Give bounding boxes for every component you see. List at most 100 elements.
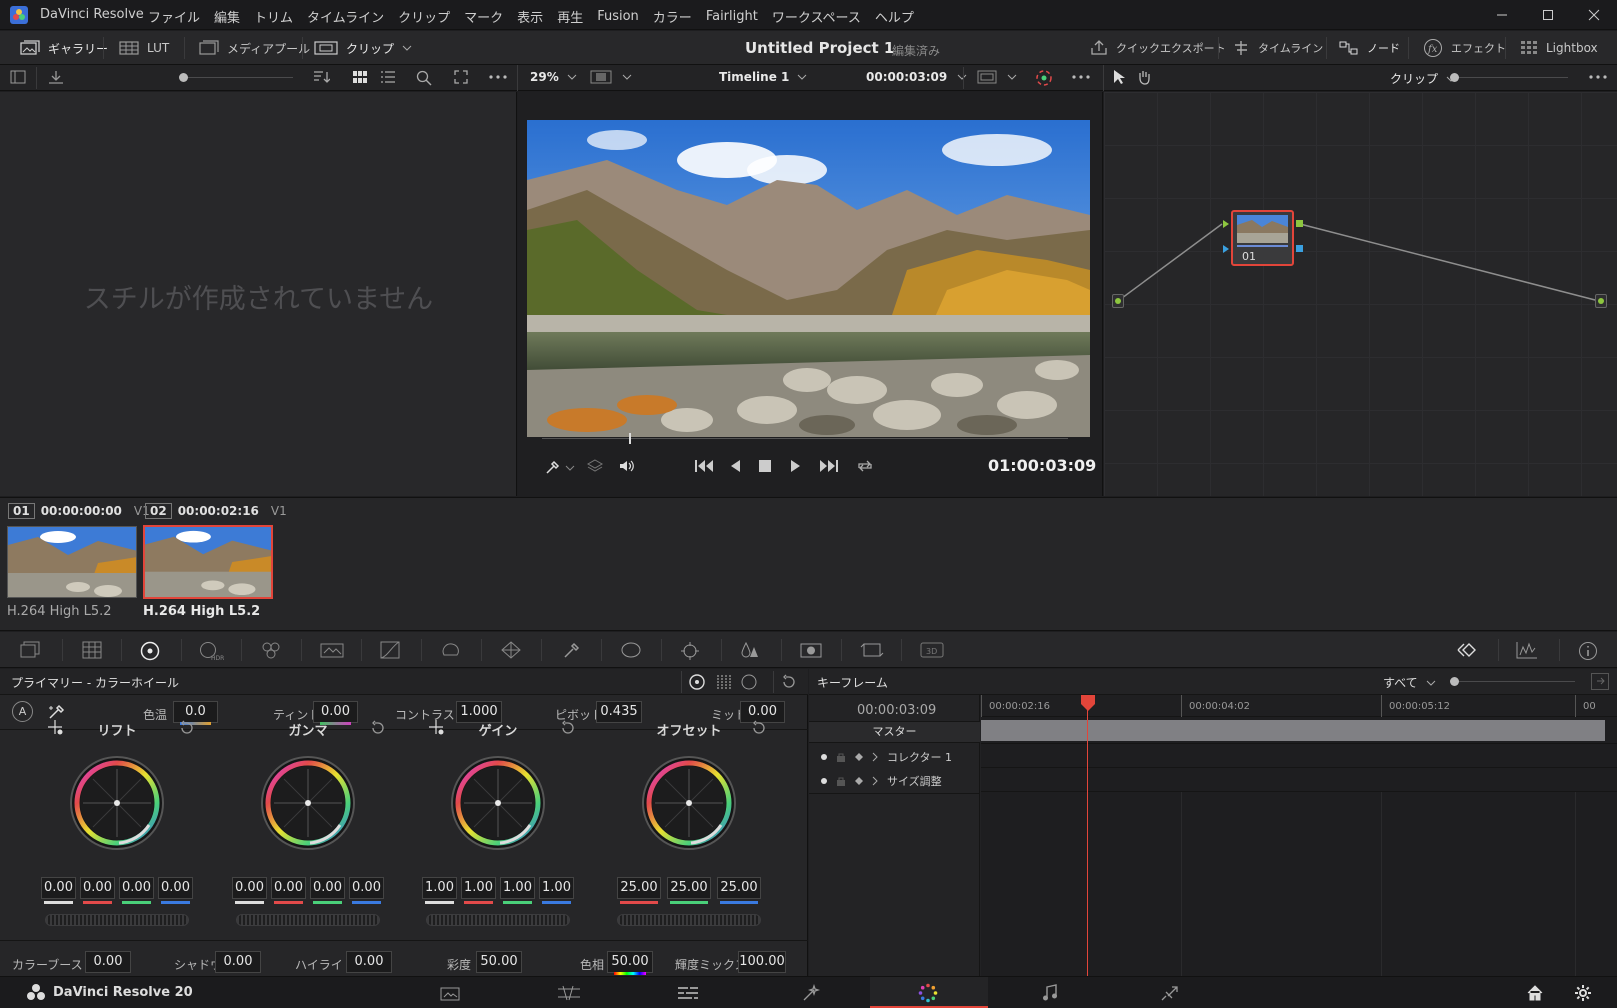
node-zoom-slider[interactable] xyxy=(1458,77,1568,78)
motion-effects-icon[interactable] xyxy=(320,641,344,659)
maximize-icon[interactable] xyxy=(1525,0,1571,30)
node-rgb-output[interactable] xyxy=(1296,220,1303,227)
lock-icon[interactable] xyxy=(836,776,846,786)
playhead-handle-icon[interactable] xyxy=(1081,695,1095,711)
magic-mask-icon[interactable] xyxy=(740,641,760,659)
wheel-reset-icon[interactable] xyxy=(560,720,576,736)
search-icon[interactable] xyxy=(416,70,432,86)
color-page-tab-active[interactable] xyxy=(870,977,988,1008)
shadows-field[interactable]: 0.00 xyxy=(215,951,261,973)
auto-balance-button[interactable]: A xyxy=(12,701,33,722)
color-wheel[interactable] xyxy=(260,755,356,851)
track-row-sizing[interactable]: サイズ調整 xyxy=(821,769,942,793)
wheel-value-field[interactable]: 0.00 xyxy=(232,877,267,899)
skip-to-start-icon[interactable] xyxy=(694,459,714,473)
visibility-dot-icon[interactable] xyxy=(821,778,827,784)
more-options-icon[interactable] xyxy=(1588,70,1608,84)
scrubber-playhead[interactable] xyxy=(628,433,631,444)
source-input-node[interactable] xyxy=(1112,294,1124,308)
effects-button[interactable]: fx エフェクト xyxy=(1423,31,1506,65)
loop-icon[interactable] xyxy=(855,458,875,474)
settings-gear-icon[interactable] xyxy=(1574,984,1592,1002)
rgb-mixer-icon[interactable] xyxy=(260,641,280,659)
visibility-dot-icon[interactable] xyxy=(821,754,827,760)
hdr-wheels-icon[interactable]: HDR xyxy=(198,641,224,661)
media-page-icon[interactable] xyxy=(440,985,460,1001)
qualifier-icon[interactable] xyxy=(500,641,521,659)
curves-icon[interactable] xyxy=(380,641,400,659)
info-icon[interactable] xyxy=(1578,641,1598,660)
node-mode-dropdown[interactable]: クリップ xyxy=(1390,70,1456,87)
master-wheel-jog[interactable] xyxy=(45,914,189,926)
sidebar-toggle-icon[interactable] xyxy=(10,70,26,84)
wheel-value-field[interactable]: 0.00 xyxy=(271,877,306,899)
eyedropper-icon[interactable] xyxy=(563,641,583,659)
keyframe-playhead[interactable] xyxy=(1087,695,1088,976)
node-key-output[interactable] xyxy=(1296,245,1303,252)
menu-help[interactable]: ヘルプ xyxy=(875,7,914,26)
lock-icon[interactable] xyxy=(836,752,846,762)
master-row[interactable]: マスター xyxy=(809,721,980,743)
more-options-icon[interactable] xyxy=(1071,70,1091,84)
saturation-field[interactable]: 50.00 xyxy=(476,951,522,973)
wheels-mode-icon[interactable] xyxy=(688,673,706,691)
bars-mode-icon[interactable] xyxy=(716,674,732,690)
wheel-reset-icon[interactable] xyxy=(179,720,195,736)
quick-export-button[interactable]: クイックエクスポート xyxy=(1090,31,1226,65)
chevron-right-icon[interactable] xyxy=(872,776,878,786)
master-wheel-jog[interactable] xyxy=(236,914,380,926)
node-key-input[interactable] xyxy=(1223,245,1229,253)
thumbnail-view-icon[interactable] xyxy=(352,70,368,84)
deliver-page-icon[interactable] xyxy=(1160,984,1180,1002)
thumbnail-size-slider[interactable] xyxy=(183,77,293,78)
timecode-dropdown[interactable]: 00:00:03:09 xyxy=(866,70,967,84)
minimize-icon[interactable] xyxy=(1479,0,1525,30)
tracker-icon[interactable] xyxy=(680,641,700,660)
edit-page-icon[interactable] xyxy=(677,985,699,1001)
more-options-icon[interactable] xyxy=(488,70,508,84)
menu-color[interactable]: カラー xyxy=(653,7,692,26)
luma-mix-field[interactable]: 100.00 xyxy=(738,951,786,973)
menu-mark[interactable]: マーク xyxy=(464,7,503,26)
keyframes-icon[interactable] xyxy=(1455,641,1476,659)
wheel-value-field[interactable]: 0.00 xyxy=(310,877,345,899)
clip-thumbnail-2-selected[interactable] xyxy=(143,525,273,599)
color-wheel[interactable] xyxy=(641,755,737,851)
wheel-value-field[interactable]: 0.00 xyxy=(119,877,154,899)
color-wheel[interactable] xyxy=(69,755,165,851)
menu-file[interactable]: ファイル xyxy=(148,7,200,26)
master-wheel-jog[interactable] xyxy=(426,914,570,926)
wheel-value-field[interactable]: 25.00 xyxy=(667,877,711,899)
timeline-dropdown[interactable]: Timeline 1 xyxy=(719,70,807,84)
fusion-page-icon[interactable] xyxy=(802,984,822,1002)
wheel-value-field[interactable]: 1.00 xyxy=(422,877,457,899)
menu-edit[interactable]: 編集 xyxy=(214,7,240,26)
keyframe-filter-dropdown[interactable]: すべて xyxy=(1383,674,1436,691)
white-balance-picker-icon[interactable] xyxy=(48,704,66,720)
wheel-value-field[interactable]: 0.00 xyxy=(158,877,193,899)
color-match-icon[interactable] xyxy=(82,641,102,659)
viewer-image[interactable] xyxy=(527,120,1090,437)
eyedropper-icon[interactable] xyxy=(545,459,561,475)
menu-trim[interactable]: トリム xyxy=(254,7,293,26)
color-wheels-icon[interactable] xyxy=(140,641,160,661)
expand-icon[interactable] xyxy=(454,70,468,84)
menu-fusion[interactable]: Fusion xyxy=(597,9,639,24)
menu-playback[interactable]: 再生 xyxy=(557,7,583,26)
keyframe-zoom-slider[interactable] xyxy=(1455,681,1575,682)
wheel-value-field[interactable]: 1.00 xyxy=(539,877,574,899)
clip-button[interactable]: クリップ xyxy=(314,31,412,65)
node-rgb-input[interactable] xyxy=(1223,220,1229,228)
node-editor[interactable]: 01 xyxy=(1104,92,1617,496)
list-view-icon[interactable] xyxy=(380,70,396,84)
cut-page-icon[interactable] xyxy=(557,985,581,1001)
chevron-right-icon[interactable] xyxy=(872,752,878,762)
color-boost-field[interactable]: 0.00 xyxy=(85,951,131,973)
wheel-reset-icon[interactable] xyxy=(751,720,767,736)
clip-thumbnail-1[interactable] xyxy=(7,526,137,598)
pointer-icon[interactable] xyxy=(1112,69,1126,85)
slider-handle[interactable] xyxy=(1450,677,1459,686)
color-picker-icon[interactable] xyxy=(1035,69,1053,87)
camera-raw-icon[interactable] xyxy=(20,641,40,659)
pivot-field[interactable]: 0.435 xyxy=(596,701,642,723)
